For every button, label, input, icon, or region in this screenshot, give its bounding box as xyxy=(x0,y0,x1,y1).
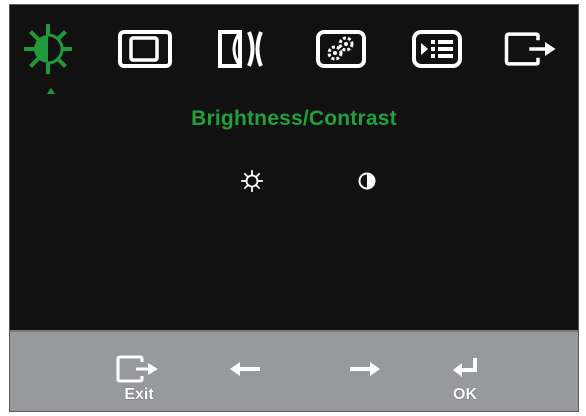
brightness-icon xyxy=(241,170,263,192)
options-icon xyxy=(412,30,462,68)
contrast-icon xyxy=(358,172,376,190)
menu-tab-bar xyxy=(10,5,578,95)
ok-label: OK xyxy=(453,386,477,403)
tab-exit[interactable] xyxy=(503,23,559,75)
right-arrow-icon xyxy=(350,362,380,376)
exit-icon xyxy=(504,32,556,66)
brightness-icon xyxy=(24,24,72,74)
contrast-control[interactable] xyxy=(355,169,379,193)
tab-image-properties[interactable] xyxy=(313,23,369,75)
enter-icon xyxy=(453,358,477,377)
left-button[interactable] xyxy=(215,354,275,410)
image-properties-icon xyxy=(316,30,366,68)
brightness-control[interactable] xyxy=(240,169,264,193)
tab-image-position[interactable] xyxy=(117,23,173,75)
tab-brightness-contrast[interactable] xyxy=(20,23,76,75)
image-setup-icon xyxy=(218,30,263,68)
left-arrow-icon xyxy=(230,362,260,376)
menu-title: Brightness/Contrast xyxy=(191,107,397,130)
image-position-icon xyxy=(118,30,172,68)
exit-label: Exit xyxy=(124,386,154,403)
tab-image-setup[interactable] xyxy=(216,23,272,75)
exit-button[interactable]: Exit xyxy=(109,354,169,410)
tab-options[interactable] xyxy=(409,23,465,75)
selected-tab-indicator xyxy=(47,88,55,94)
osd-menu: Brightness/Contrast Exit OK xyxy=(9,4,579,412)
ok-button[interactable]: OK xyxy=(435,354,495,410)
right-button[interactable] xyxy=(335,354,395,410)
exit-icon xyxy=(116,355,158,383)
control-button-bar: Exit OK xyxy=(10,330,578,411)
